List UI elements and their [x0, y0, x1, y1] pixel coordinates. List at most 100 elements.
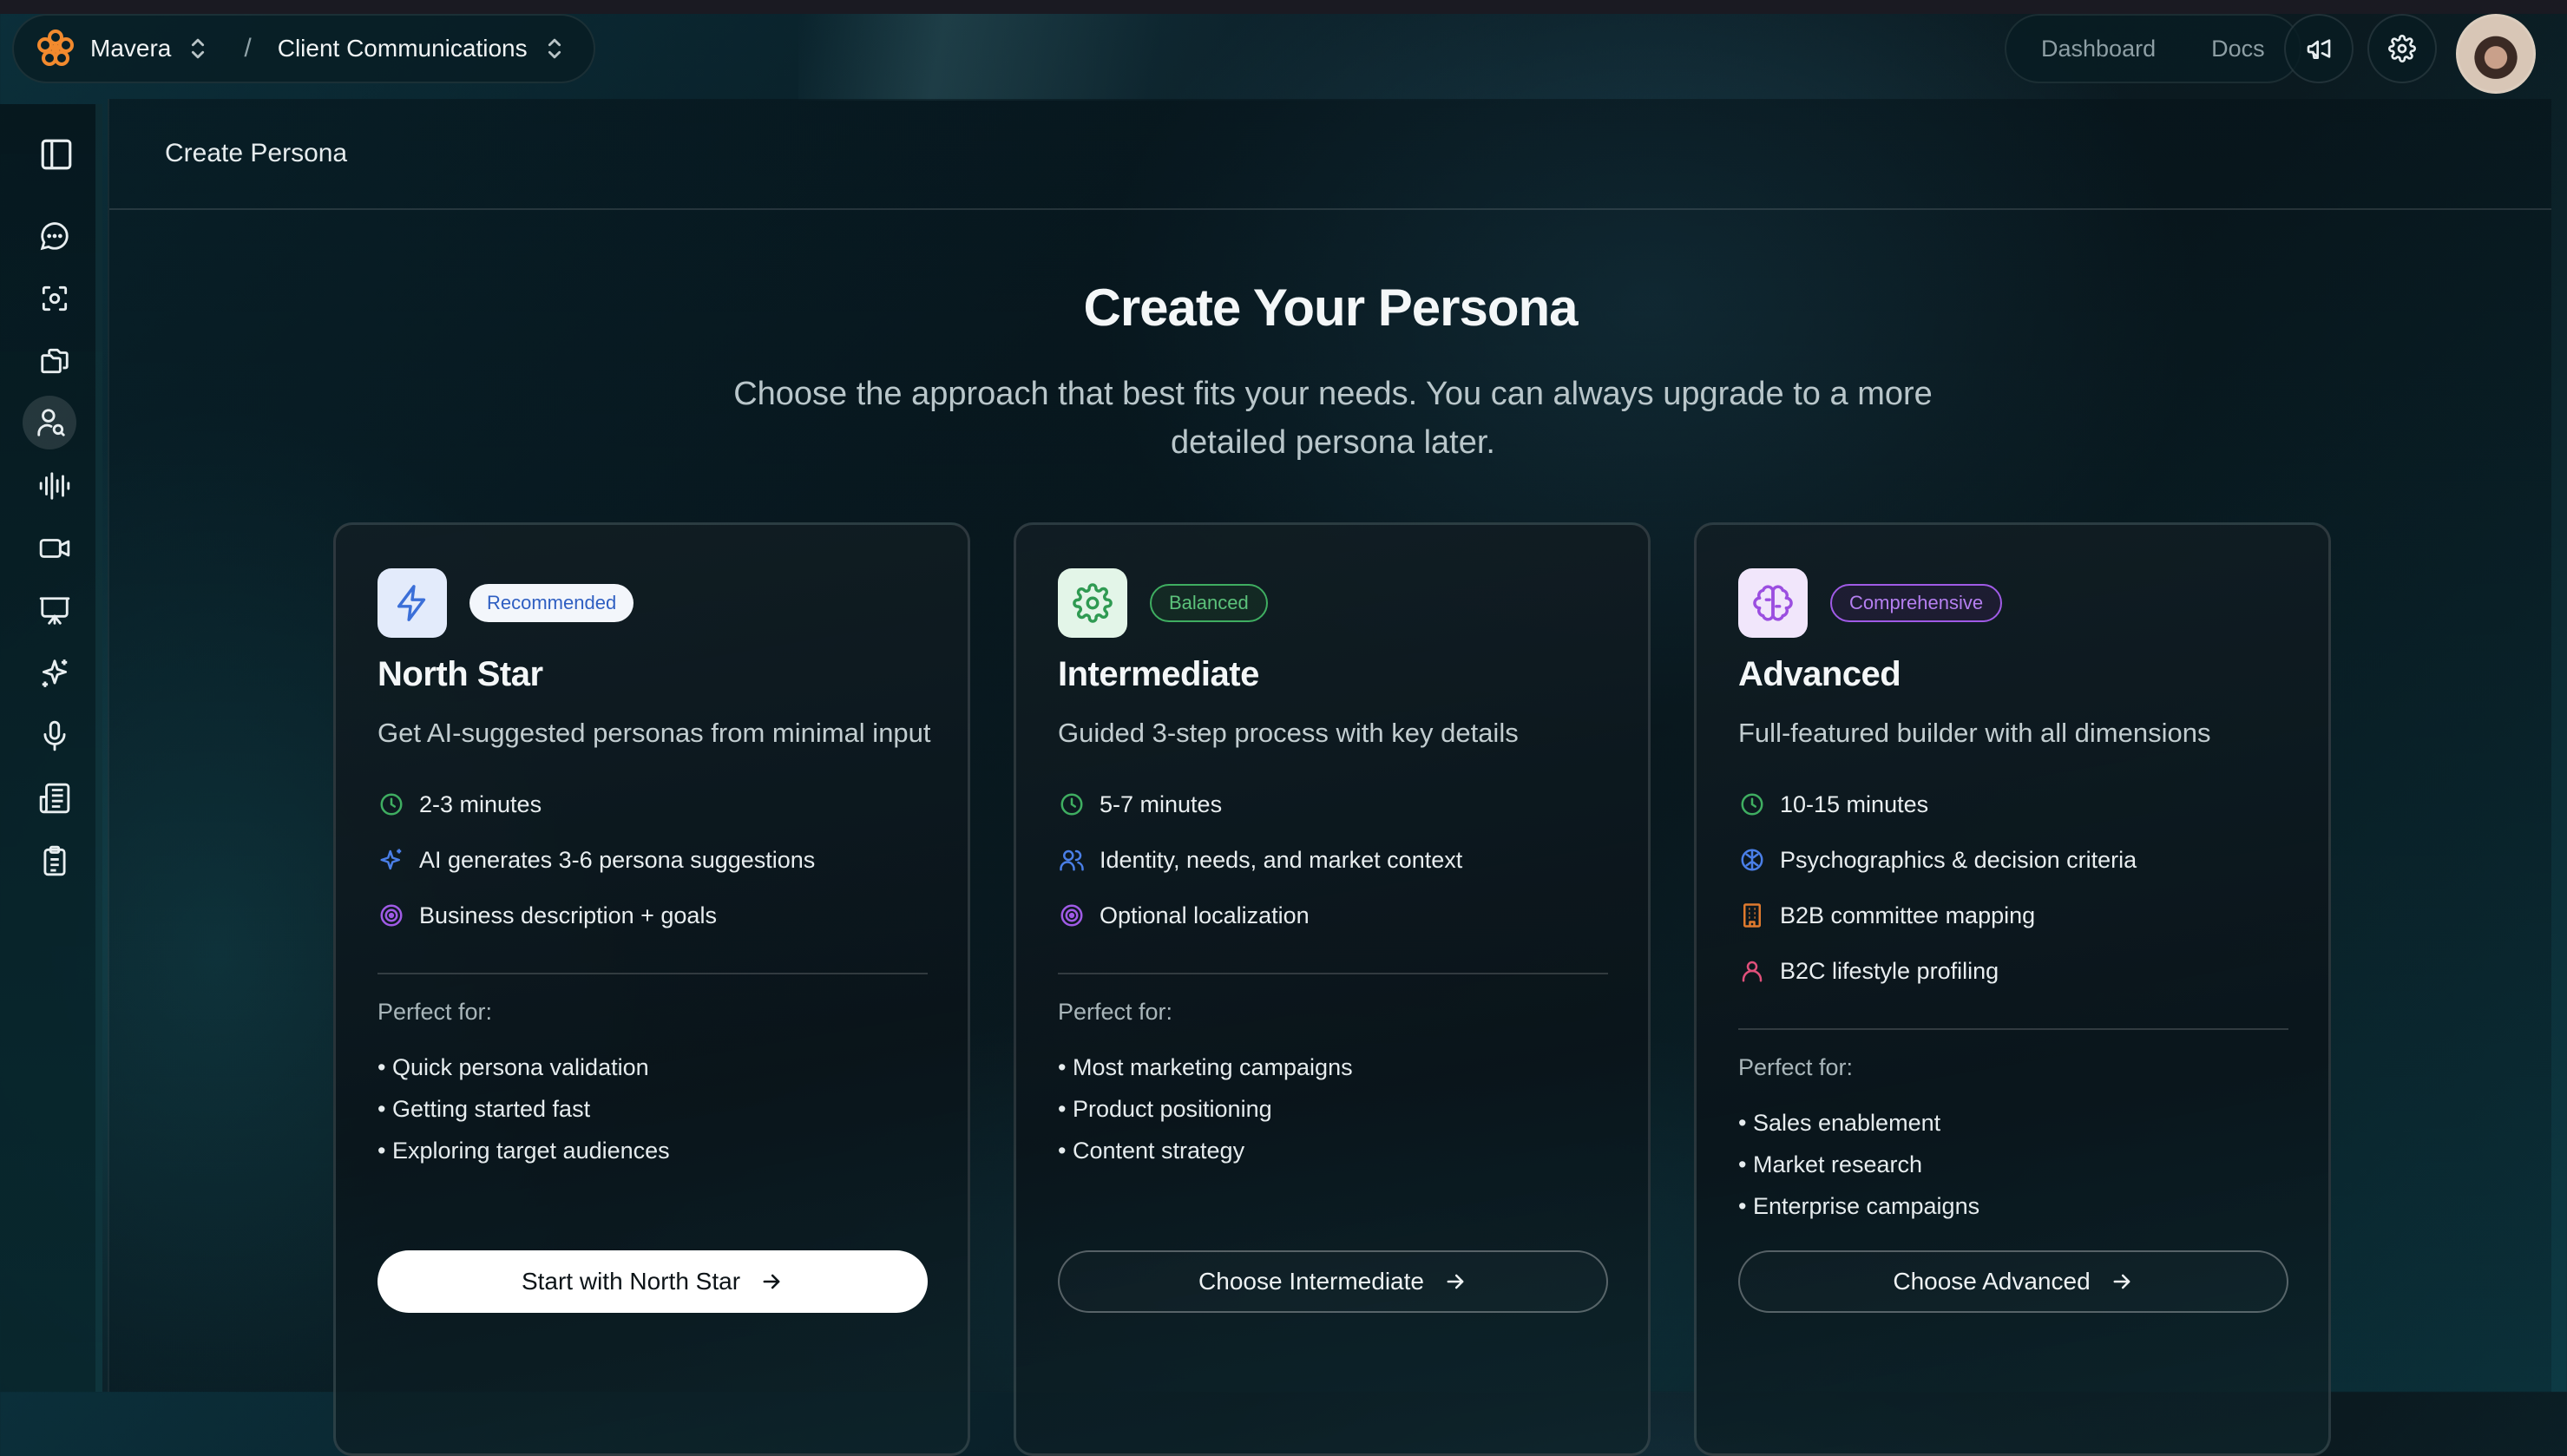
sidebar-item-voice[interactable]	[23, 713, 95, 758]
video-icon	[38, 532, 71, 565]
perfect-for-label: Perfect for:	[378, 999, 493, 1025]
brain-icon	[1738, 846, 1766, 874]
target-icon	[1058, 902, 1086, 929]
card-description: Full-featured builder with all dimension…	[1738, 718, 2211, 748]
feature-item: 10-15 minutes	[1738, 787, 1928, 822]
settings-button[interactable]	[2367, 14, 2437, 83]
card-title: Intermediate	[1058, 655, 1259, 693]
persona-card-north-star[interactable]: Recommended North Star Get AI-suggested …	[333, 522, 970, 1456]
clock-icon	[1738, 790, 1766, 818]
main-panel: Create Persona Create Your Persona Choos…	[108, 99, 2551, 1456]
chat-icon	[38, 220, 71, 253]
perfect-for-item: • Enterprise campaigns	[1738, 1193, 1980, 1219]
card-description: Get AI-suggested personas from minimal i…	[378, 718, 931, 748]
user-icon	[1738, 957, 1766, 985]
perfect-for-item: • Product positioning	[1058, 1096, 1272, 1122]
sidebar-item-ai[interactable]	[23, 651, 95, 696]
target-icon	[378, 902, 405, 929]
feature-item: Psychographics & decision criteria	[1738, 843, 2137, 877]
top-nav-links: Dashboard Docs	[2005, 14, 2301, 83]
nav-dashboard-link[interactable]: Dashboard	[2041, 36, 2156, 62]
choose-intermediate-button[interactable]: Choose Intermediate	[1058, 1250, 1608, 1313]
page-title: Create Your Persona	[1083, 279, 1578, 337]
sidebar-item-tasks[interactable]	[23, 838, 95, 883]
sparkles-icon	[378, 846, 405, 874]
focus-scan-icon	[38, 282, 71, 315]
sidebar-item-audio[interactable]	[23, 463, 95, 508]
perfect-for-item: • Quick persona validation	[378, 1054, 649, 1080]
card-title: Advanced	[1738, 655, 1901, 693]
perfect-for-item: • Market research	[1738, 1151, 1923, 1177]
megaphone-icon	[2305, 35, 2333, 62]
page-header-title: Create Persona	[165, 139, 348, 167]
background-sheen	[798, 14, 2013, 101]
persona-search-icon	[35, 406, 68, 439]
perfect-for-item: • Getting started fast	[378, 1096, 591, 1122]
presentation-icon	[38, 594, 71, 627]
sidebar-item-news[interactable]	[23, 776, 95, 821]
sidebar-item-files[interactable]	[23, 338, 95, 384]
brain-icon	[1738, 568, 1808, 638]
sidebar-item-personas[interactable]	[23, 396, 76, 449]
sidebar-item-focus[interactable]	[23, 276, 95, 321]
start-north-star-button[interactable]: Start with North Star	[378, 1250, 928, 1313]
announcements-button[interactable]	[2284, 14, 2354, 83]
workspace-switcher-icon[interactable]	[183, 34, 213, 63]
nav-docs-link[interactable]: Docs	[2211, 36, 2265, 62]
perfect-for-label: Perfect for:	[1058, 999, 1173, 1025]
project-switcher-icon[interactable]	[540, 34, 569, 63]
files-icon	[38, 344, 71, 377]
workspace-name[interactable]: Mavera	[90, 35, 171, 62]
feature-item: Identity, needs, and market context	[1058, 843, 1462, 877]
sidebar-item-chat[interactable]	[23, 213, 95, 259]
badge-comprehensive: Comprehensive	[1830, 584, 2003, 622]
feature-item: Business description + goals	[378, 898, 717, 933]
badge-balanced: Balanced	[1150, 584, 1268, 622]
breadcrumb: Mavera / Client Communications	[12, 14, 595, 83]
building-icon	[1738, 902, 1766, 929]
perfect-for-item: • Sales enablement	[1738, 1110, 1941, 1136]
sidebar-item-presentations[interactable]	[23, 588, 95, 633]
feature-item: B2C lifestyle profiling	[1738, 954, 1999, 988]
badge-recommended: Recommended	[469, 584, 634, 622]
perfect-for-item: • Content strategy	[1058, 1138, 1245, 1164]
card-description: Guided 3-step process with key details	[1058, 718, 1519, 748]
user-avatar[interactable]	[2456, 14, 2536, 94]
clock-icon	[1058, 790, 1086, 818]
persona-card-advanced[interactable]: Comprehensive Advanced Full-featured bui…	[1694, 522, 2331, 1456]
sidebar-item-video[interactable]	[23, 526, 95, 571]
clipboard-icon	[38, 844, 71, 877]
feature-item: 5-7 minutes	[1058, 787, 1222, 822]
audio-wave-icon	[38, 469, 71, 502]
feature-item: AI generates 3-6 persona suggestions	[378, 843, 815, 877]
page-subtitle: Choose the approach that best fits your …	[733, 376, 1933, 461]
arrow-right-icon	[759, 1269, 784, 1294]
mavera-logo-icon	[31, 24, 80, 73]
gear-icon	[1058, 568, 1127, 638]
feature-item: B2B committee mapping	[1738, 898, 2035, 933]
persona-card-intermediate[interactable]: Balanced Intermediate Guided 3-step proc…	[1014, 522, 1651, 1456]
card-divider	[1738, 1028, 2288, 1030]
perfect-for-item: • Most marketing campaigns	[1058, 1054, 1353, 1080]
page-header: Create Persona	[109, 99, 2551, 210]
card-divider	[378, 973, 928, 974]
breadcrumb-separator: /	[244, 34, 252, 62]
card-divider	[1058, 973, 1608, 974]
choose-advanced-button[interactable]: Choose Advanced	[1738, 1250, 2288, 1313]
perfect-for-item: • Exploring target audiences	[378, 1138, 670, 1164]
news-icon	[38, 782, 71, 815]
arrow-right-icon	[2110, 1269, 2134, 1294]
sidebar	[0, 104, 102, 1392]
gear-icon	[2388, 35, 2416, 62]
project-name[interactable]: Client Communications	[278, 35, 528, 62]
feature-item: Optional localization	[1058, 898, 1310, 933]
users-icon	[1058, 846, 1086, 874]
clock-icon	[378, 790, 405, 818]
feature-item: 2-3 minutes	[378, 787, 542, 822]
sparkles-icon	[38, 657, 71, 690]
arrow-right-icon	[1443, 1269, 1467, 1294]
microphone-icon	[38, 719, 71, 752]
sidebar-toggle-button[interactable]	[23, 132, 95, 177]
window-top-strip	[0, 0, 2567, 14]
lightning-icon	[378, 568, 447, 638]
